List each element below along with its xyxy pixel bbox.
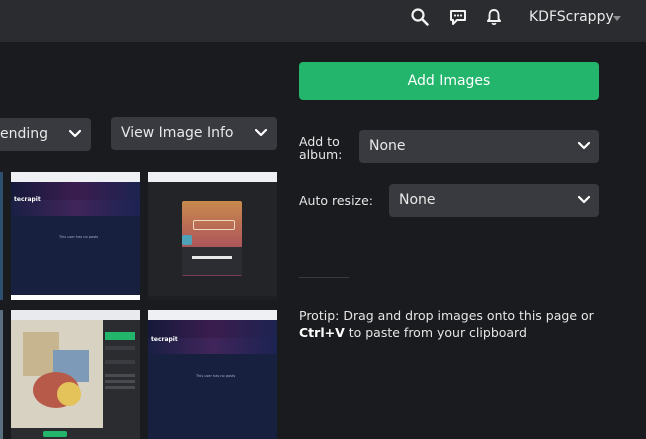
search-icon[interactable] [410, 7, 430, 27]
thumb-empty-text: This user has no posts [59, 235, 99, 239]
thumb-sidebar-row [105, 386, 135, 389]
thumb-modal-image [182, 235, 192, 245]
chat-icon[interactable] [448, 7, 468, 27]
chevron-down-icon [254, 128, 268, 137]
thumb-modal-field [193, 220, 235, 230]
thumb-content [148, 354, 277, 439]
auto-resize-select[interactable]: None [389, 184, 599, 217]
protip-prefix: Protip: Drag and drop images onto this p… [299, 308, 594, 323]
album-select[interactable]: None [359, 130, 599, 163]
image-thumbnail[interactable] [11, 310, 140, 439]
thumb-content [11, 216, 140, 295]
chevron-down-icon [577, 195, 591, 204]
add-to-album-label: Add to album: [299, 134, 343, 162]
browser-chrome [11, 310, 140, 320]
section-divider [299, 277, 349, 278]
thumb-sidebar-row [105, 346, 135, 350]
caret-down-icon[interactable] [613, 16, 621, 21]
thumb-sidebar-row [105, 374, 135, 377]
chevron-down-icon [577, 141, 591, 150]
image-thumbnail-partial[interactable] [0, 172, 3, 300]
thumb-scrapbook-flower [57, 382, 81, 406]
image-thumbnail[interactable]: tecrapit This user has no posts [11, 172, 140, 300]
protip-shortcut: Ctrl+V [299, 325, 345, 340]
thumb-green-button [105, 332, 135, 340]
protip-text: Protip: Drag and drop images onto this p… [299, 307, 599, 341]
album-select-value: None [369, 138, 406, 154]
top-navigation-bar: KDFScrappy [0, 0, 646, 42]
view-image-info-dropdown[interactable]: View Image Info [111, 117, 277, 150]
protip-suffix: to paste from your clipboard [344, 325, 527, 340]
browser-chrome [148, 172, 277, 182]
sort-dropdown-label: ending [0, 126, 49, 142]
user-menu-name[interactable]: KDFScrappy [529, 9, 614, 25]
thumb-logo: tecrapit [14, 196, 41, 203]
thumb-logo: tecrapit [151, 336, 178, 343]
add-images-button[interactable]: Add Images [299, 62, 599, 100]
browser-chrome [148, 310, 277, 320]
image-thumbnail[interactable] [148, 172, 277, 300]
thumb-modal-footer [182, 247, 242, 275]
image-thumbnail[interactable]: tecrapit This user has no posts [148, 310, 277, 439]
thumb-empty-text: This user has no posts [196, 374, 236, 378]
auto-resize-select-value: None [399, 192, 436, 208]
thumb-sidebar-row [105, 360, 135, 364]
bell-icon[interactable] [484, 7, 504, 27]
thumb-sidebar-row [105, 380, 135, 383]
view-image-info-label: View Image Info [121, 125, 234, 141]
sort-dropdown[interactable]: ending [0, 118, 91, 151]
thumb-upload-button [43, 431, 67, 437]
thumb-modal-button [192, 256, 232, 259]
auto-resize-label: Auto resize: [299, 193, 373, 208]
image-thumbnail-partial[interactable] [0, 310, 3, 439]
browser-chrome [11, 172, 140, 182]
chevron-down-icon [68, 129, 82, 138]
